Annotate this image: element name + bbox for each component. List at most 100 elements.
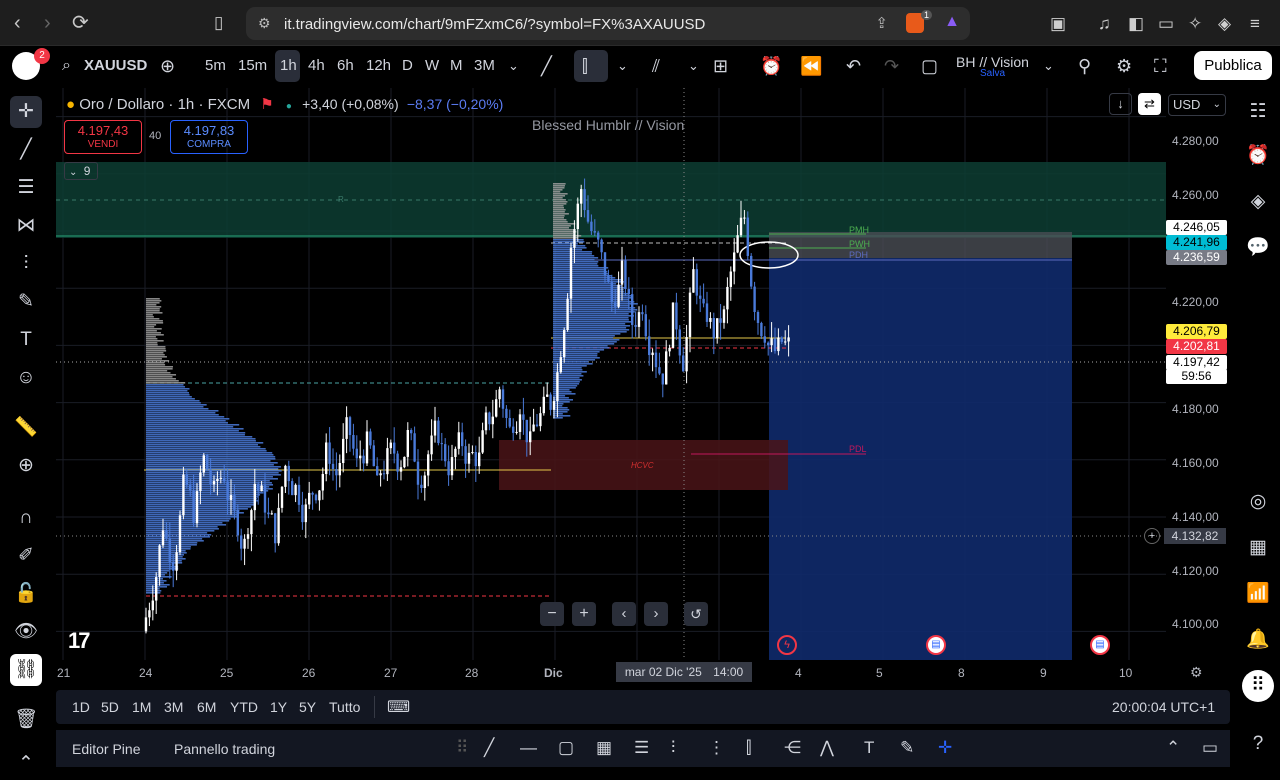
brush-tool-icon[interactable]: ✎ — [900, 738, 914, 758]
layout-square-icon[interactable]: ▢ — [921, 55, 938, 77]
zoom-out-button[interactable]: − — [540, 602, 564, 626]
fork-tool-icon[interactable]: ⋲ — [784, 738, 801, 758]
news-icon[interactable]: 📶 — [1242, 578, 1274, 610]
interval-6h[interactable]: 6h — [337, 56, 354, 76]
alert-icon[interactable]: ⏰ — [760, 55, 782, 77]
watchlist-icon[interactable]: ☷ — [1242, 96, 1274, 128]
legend-title[interactable]: Oro / Dollaro · 1h · FXCM — [79, 96, 250, 113]
range-1m[interactable]: 1M — [132, 699, 151, 715]
quick-search-icon[interactable]: ⚲ — [1078, 55, 1091, 77]
range-6m[interactable]: 6M — [197, 699, 216, 715]
sell-button[interactable]: 4.197,43 VENDI — [64, 120, 142, 154]
trendline-tool-icon[interactable]: ╱ — [484, 738, 494, 758]
vpn-icon[interactable]: ◈ — [1218, 14, 1231, 34]
chevron-down-icon[interactable]: ⌄ — [1043, 55, 1054, 77]
layout-save[interactable]: Salva — [980, 68, 1005, 79]
interval-d[interactable]: D — [402, 56, 413, 76]
reset-chart-button[interactable]: ↺ — [684, 602, 708, 626]
interval-4h[interactable]: 4h — [308, 56, 325, 76]
calendar-icon[interactable]: ▦ — [1242, 532, 1274, 564]
hotlist-icon[interactable]: ◎ — [1242, 486, 1274, 518]
interval-w[interactable]: W — [425, 56, 439, 76]
zoom-in-button[interactable]: + — [572, 602, 596, 626]
symbol-search[interactable]: XAUUSD — [84, 56, 147, 76]
range-5d[interactable]: 5D — [101, 699, 119, 715]
flag-icon[interactable]: ⚑ — [260, 96, 273, 113]
fib-ext-tool-icon[interactable]: ⋮ — [708, 738, 725, 758]
pattern-icon[interactable]: ⋈ — [10, 210, 42, 242]
date-range-icon[interactable]: ⌨ — [387, 697, 410, 717]
address-bar[interactable]: ⚙ it.tradingview.com/chart/9mFZxmC6/?sym… — [246, 7, 970, 40]
collapse-icon[interactable]: ⌃ — [10, 748, 42, 780]
chevron-down-icon[interactable]: ⌄ — [617, 55, 628, 77]
scroll-left-button[interactable]: ‹ — [612, 602, 636, 626]
magnet-icon[interactable]: ∩ — [10, 502, 42, 534]
ruler-icon[interactable]: 📏 — [10, 412, 42, 444]
crosshair-icon[interactable]: ✛ — [10, 96, 42, 128]
replay-icon[interactable]: ⏪ — [800, 55, 822, 77]
brush-icon[interactable]: ✎ — [10, 286, 42, 318]
chat-icon[interactable]: 💬 — [1242, 232, 1274, 264]
indicators-toggle[interactable]: ⌄ 9 — [64, 162, 98, 180]
site-settings-icon[interactable]: ⚙ — [258, 15, 271, 32]
indicators-icon[interactable]: ⫽ — [652, 55, 660, 77]
share-icon[interactable]: ⇪ — [875, 14, 888, 32]
event-lightning-icon[interactable]: ϟ — [777, 635, 797, 655]
media-icon[interactable]: ♫ — [1098, 14, 1111, 34]
buy-button[interactable]: 4.197,83 COMPRA — [170, 120, 248, 154]
sidebar-icon[interactable]: ◧ — [1128, 14, 1144, 34]
add-alert-icon[interactable]: + — [1144, 528, 1160, 544]
position-tool-icon[interactable]: ⫿ — [746, 738, 751, 758]
lock-icon[interactable]: 🔓 — [10, 578, 42, 610]
interval-3m[interactable]: 3M — [474, 56, 495, 76]
text-icon[interactable]: T — [10, 324, 42, 356]
range-3m[interactable]: 3M — [164, 699, 183, 715]
grid-tool-icon[interactable]: ▦ — [596, 738, 612, 758]
interval-1h[interactable]: 1h — [280, 56, 297, 76]
chevron-down-icon[interactable]: ⌄ — [688, 55, 699, 77]
path-tool-icon[interactable]: ⋀ — [820, 738, 834, 758]
settings-icon[interactable]: ⚙ — [1116, 55, 1132, 77]
text-tool-icon[interactable]: T — [864, 738, 874, 758]
layers-icon[interactable]: ◈ — [1242, 186, 1274, 218]
reader-icon[interactable]: ▣ — [1050, 14, 1066, 34]
wallet-icon[interactable]: ▭ — [1158, 14, 1174, 34]
link-icon[interactable]: ⛓ — [10, 654, 42, 686]
pine-editor-tab[interactable]: Editor Pine — [72, 741, 140, 757]
price-axis[interactable]: USD ⌄ 4.280,00 4.260,00 4.220,00 4.180,0… — [1144, 88, 1230, 660]
publish-button[interactable]: Pubblica — [1194, 51, 1272, 80]
menu-icon[interactable]: ≡ — [1250, 14, 1260, 34]
search-icon[interactable]: ⌕ — [62, 55, 71, 77]
range-all[interactable]: Tutto — [329, 699, 360, 715]
range-1d[interactable]: 1D — [72, 699, 90, 715]
leo-icon[interactable]: ✧ — [1188, 14, 1202, 34]
eye-icon[interactable]: 👁 — [10, 616, 42, 648]
crosshair-price-tag[interactable]: + 4.132,82 — [1144, 528, 1228, 544]
tradingview-logo[interactable]: 17 — [68, 628, 91, 654]
notifications-icon[interactable]: 🔔 — [1242, 624, 1274, 656]
alerts-icon[interactable]: ⏰ — [1242, 140, 1274, 172]
lock-drawings-icon[interactable]: ✐ — [10, 540, 42, 572]
compare-add-icon[interactable]: ⊕ — [160, 55, 175, 77]
chevron-up-icon[interactable]: ⌃ — [1166, 738, 1180, 758]
clock[interactable]: 20:00:04 UTC+1 — [1112, 699, 1215, 715]
help-icon[interactable]: ? — [1242, 728, 1274, 760]
range-1y[interactable]: 1Y — [270, 699, 287, 715]
reload-icon[interactable]: ⟳ — [72, 11, 89, 35]
brave-rewards-icon[interactable]: ▲ — [944, 13, 960, 31]
interval-5m[interactable]: 5m — [205, 56, 226, 76]
crosshair-tool-icon[interactable]: ✛ — [938, 738, 952, 758]
settings-icon[interactable]: ⚙ — [1190, 664, 1203, 681]
bookmark-icon[interactable]: ▯ — [214, 11, 223, 35]
trading-panel-tab[interactable]: Pannello trading — [174, 741, 275, 757]
apps-icon[interactable]: ⠿ — [1242, 670, 1274, 702]
range-5y[interactable]: 5Y — [299, 699, 316, 715]
trash-icon[interactable]: 🗑 — [10, 704, 42, 736]
interval-15m[interactable]: 15m — [238, 56, 267, 76]
candles-icon[interactable]: ⫿ — [582, 55, 588, 77]
scroll-to-latest-icon[interactable]: ↓ — [1109, 93, 1132, 115]
hline-tool-icon[interactable]: — — [520, 738, 537, 758]
back-icon[interactable]: ‹ — [14, 11, 21, 35]
us-flag-event-icon[interactable]: ▤ — [1090, 635, 1110, 655]
redo-icon[interactable]: ↷ — [884, 55, 899, 77]
